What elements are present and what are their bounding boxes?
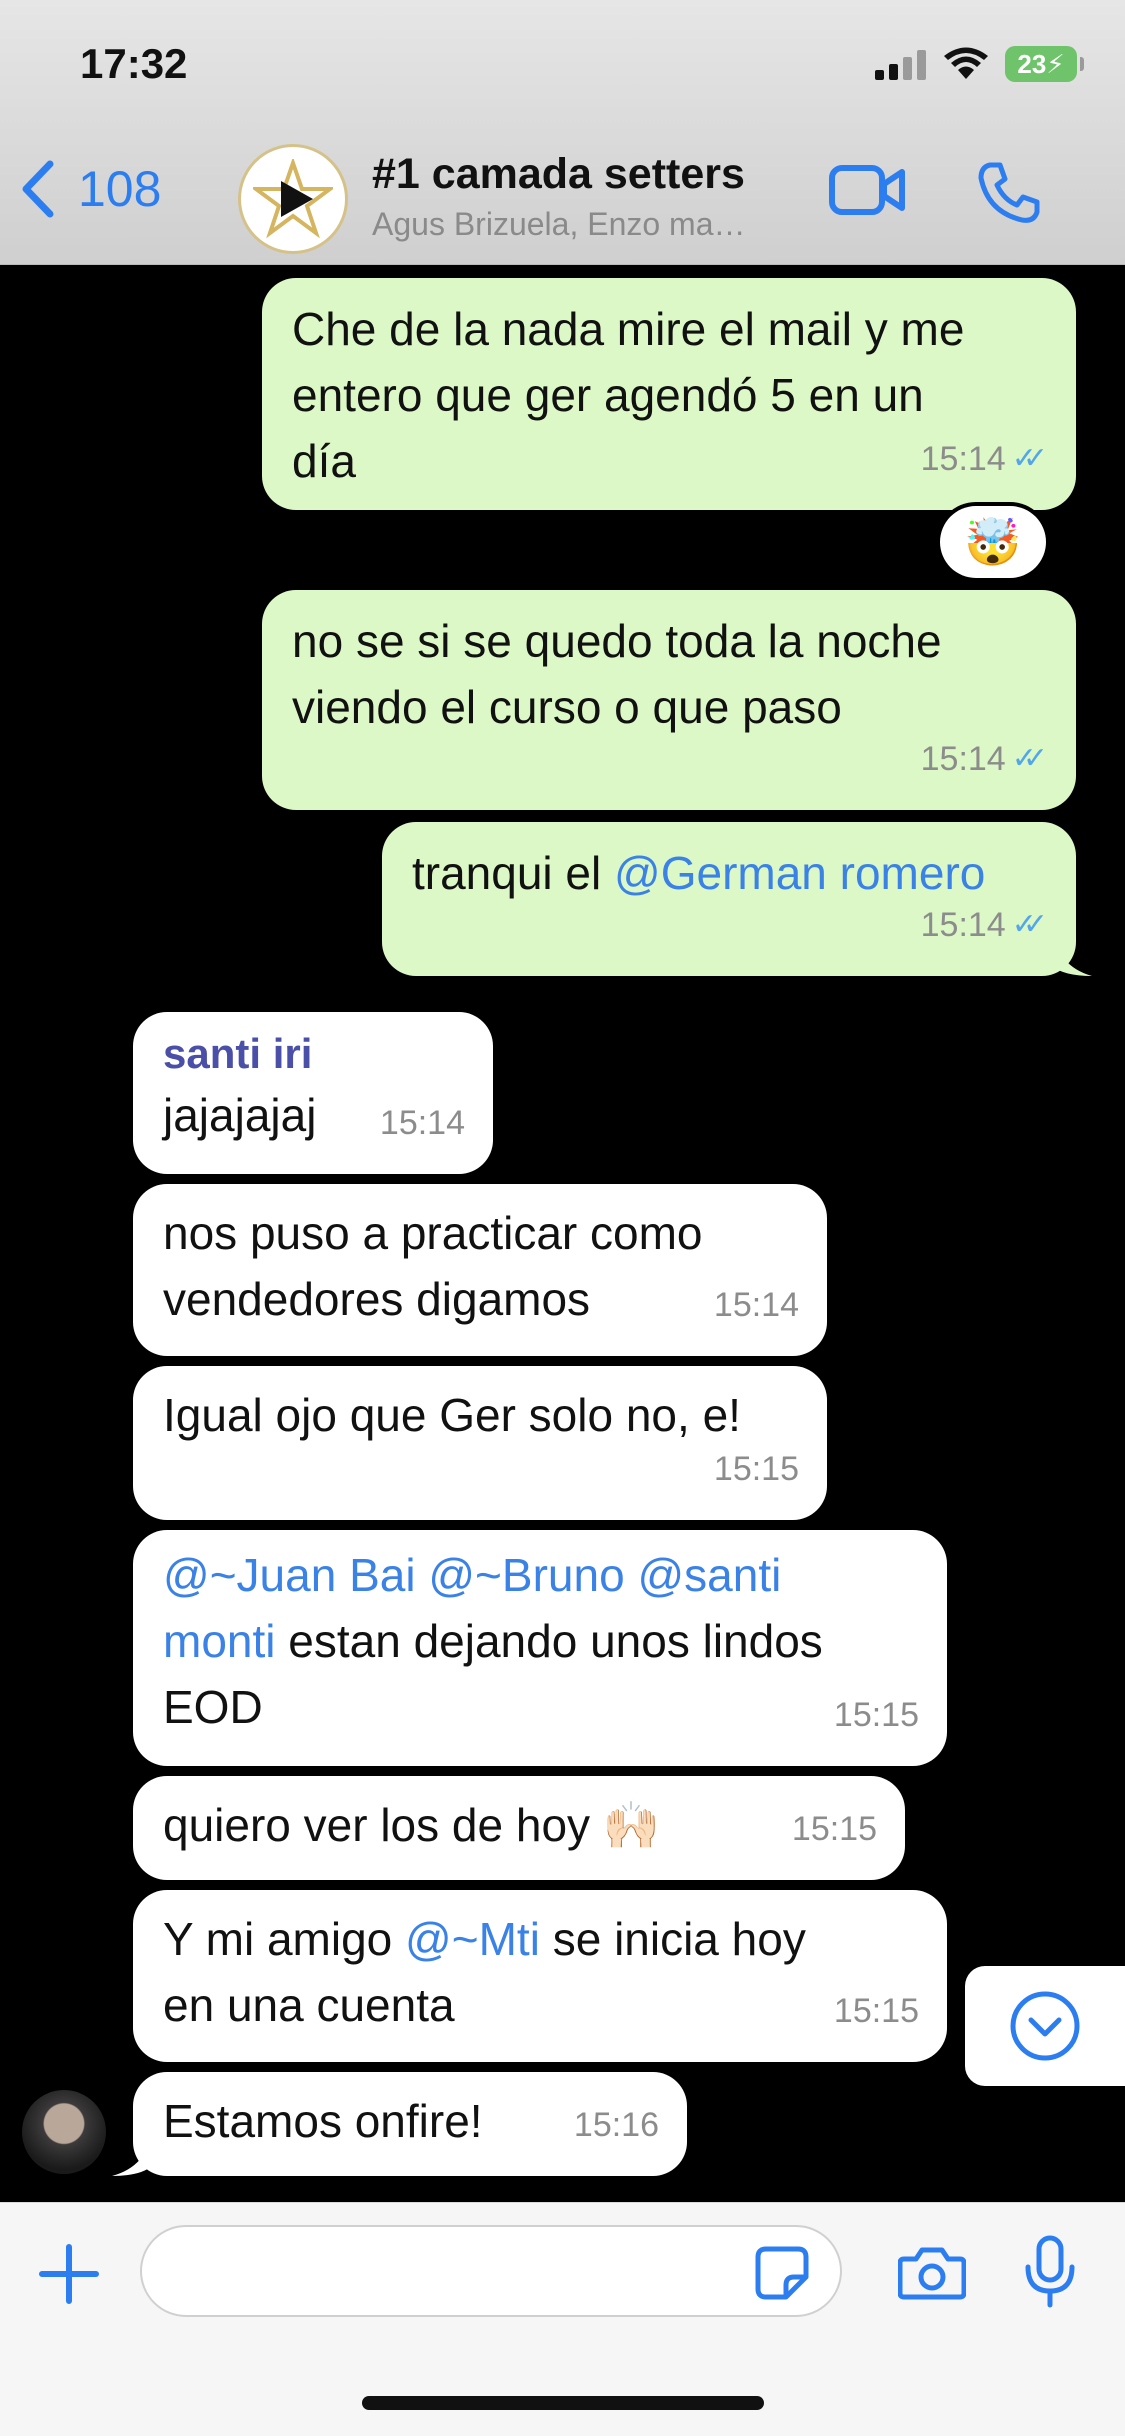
message-outgoing[interactable]: tranqui el @German romero 15:14 ✓✓ (382, 822, 1076, 976)
camera-button[interactable] (897, 2245, 967, 2306)
mention-link[interactable]: @~Juan Bai (163, 1549, 416, 1601)
phone-icon (978, 162, 1040, 223)
message-meta: 15:14 (714, 1272, 799, 1338)
message-text: quiero ver los de hoy 🙌🏻 (163, 1799, 661, 1851)
sticker-icon (755, 2246, 809, 2300)
scroll-to-bottom-button[interactable] (965, 1966, 1125, 2086)
message-meta: 15:16 (574, 2092, 659, 2158)
mention-link[interactable]: monti (163, 1615, 275, 1667)
message-outgoing[interactable]: no se si se quedo toda la noche viendo e… (262, 590, 1076, 810)
chevron-down-circle-icon (1010, 1991, 1080, 2061)
read-ticks-icon: ✓✓ (1011, 442, 1048, 475)
sender-avatar[interactable] (22, 2090, 106, 2174)
voice-call-button[interactable] (976, 160, 1042, 231)
read-ticks-icon: ✓✓ (1011, 908, 1048, 941)
message-incoming[interactable]: @~Juan Bai @~Bruno @santi monti estan dej… (133, 1530, 947, 1766)
message-time: 15:14 (713, 1286, 799, 1324)
message-text: Y mi amigo @~Mti se inicia hoy en una cue… (163, 1906, 917, 2038)
camera-icon (897, 2247, 967, 2300)
mention-link[interactable]: @~Mti (405, 1913, 540, 1965)
message-text-part: tranqui el (412, 847, 615, 899)
voice-note-button[interactable] (1022, 2235, 1078, 2314)
message-text-part: se inicia hoy (539, 1913, 806, 1965)
home-indicator[interactable] (362, 2396, 764, 2410)
chat-members[interactable]: Agus Brizuela, Enzo ma… (372, 206, 802, 243)
message-time: 15:15 (791, 1810, 877, 1848)
message-time: 15:15 (833, 1992, 919, 2030)
video-call-button[interactable] (828, 160, 908, 225)
message-text: no se si se quedo toda la noche viendo e… (292, 615, 942, 733)
status-time: 17:32 (80, 40, 188, 87)
message-text: @~Juan Bai @~Bruno @santi monti estan dej… (163, 1542, 917, 1740)
back-button[interactable]: 108 (20, 160, 161, 218)
chat-header: 17:32 23 ⚡ 108 #1 camada setters Agus Bri… (0, 0, 1125, 265)
message-incoming[interactable]: quiero ver los de hoy 🙌🏻 15:15 (133, 1776, 905, 1880)
mention-link[interactable]: @santi (637, 1549, 781, 1601)
message-meta: 15:15 (792, 1796, 877, 1862)
signal-icon (875, 50, 926, 80)
sender-name[interactable]: santi iri (163, 1026, 463, 1082)
message-time: 15:16 (573, 2106, 659, 2144)
battery-level: 23 (1017, 48, 1047, 79)
microphone-icon (1025, 2235, 1075, 2308)
unread-count: 108 (78, 161, 162, 217)
message-incoming[interactable]: santi iri jajajajaj 15:14 (133, 1012, 493, 1174)
message-incoming[interactable]: Y mi amigo @~Mti se inicia hoy en una cue… (133, 1890, 947, 2062)
status-icons: 23 ⚡ (875, 46, 1084, 82)
bubble-tail (1052, 926, 1092, 976)
message-text-part: EOD (163, 1681, 263, 1733)
battery-indicator: 23 ⚡ (1005, 46, 1084, 82)
mention-link[interactable]: @~Bruno (428, 1549, 624, 1601)
message-time: 15:15 (833, 1696, 919, 1734)
star-play-logo-icon (253, 159, 333, 239)
message-text-part: Y mi amigo (163, 1913, 406, 1965)
wifi-icon (944, 47, 988, 79)
message-time: 15:14 (379, 1104, 465, 1142)
message-meta: 15:14 ✓✓ (921, 426, 1048, 492)
message-meta: 15:14 ✓✓ (921, 726, 1048, 792)
message-time: 15:14 (920, 906, 1006, 944)
message-incoming[interactable]: Estamos onfire! 15:16 (133, 2072, 687, 2176)
message-time: 15:15 (713, 1450, 799, 1488)
message-text-part: estan dejando unos lindos (275, 1615, 823, 1667)
message-meta: 15:14 (380, 1090, 465, 1156)
group-avatar[interactable] (238, 144, 348, 254)
message-meta: 15:15 (834, 1978, 919, 2044)
message-input[interactable] (140, 2225, 842, 2317)
message-text: nos puso a practicar como vendedores dig… (163, 1207, 703, 1325)
message-outgoing[interactable]: Che de la nada mire el mail y me entero … (262, 278, 1076, 510)
sticker-button[interactable] (754, 2245, 810, 2306)
message-text-part: en una cuenta (163, 1979, 455, 2031)
message-incoming[interactable]: Igual ojo que Ger solo no, e! 15:15 (133, 1366, 827, 1520)
message-incoming[interactable]: nos puso a practicar como vendedores dig… (133, 1184, 827, 1356)
message-time: 15:14 (920, 740, 1006, 778)
message-meta: 15:15 (834, 1682, 919, 1748)
chevron-left-icon (22, 160, 54, 218)
message-time: 15:14 (920, 440, 1006, 478)
plus-icon (39, 2244, 99, 2304)
message-meta: 15:15 (714, 1436, 799, 1502)
message-meta: 15:14 ✓✓ (921, 892, 1048, 958)
attach-button[interactable] (38, 2243, 100, 2310)
chat-title[interactable]: #1 camada setters (372, 150, 745, 199)
video-camera-icon (829, 165, 905, 215)
message-text: Igual ojo que Ger solo no, e! (163, 1389, 741, 1441)
read-ticks-icon: ✓✓ (1011, 742, 1048, 775)
message-reaction[interactable]: 🤯 (940, 506, 1046, 578)
